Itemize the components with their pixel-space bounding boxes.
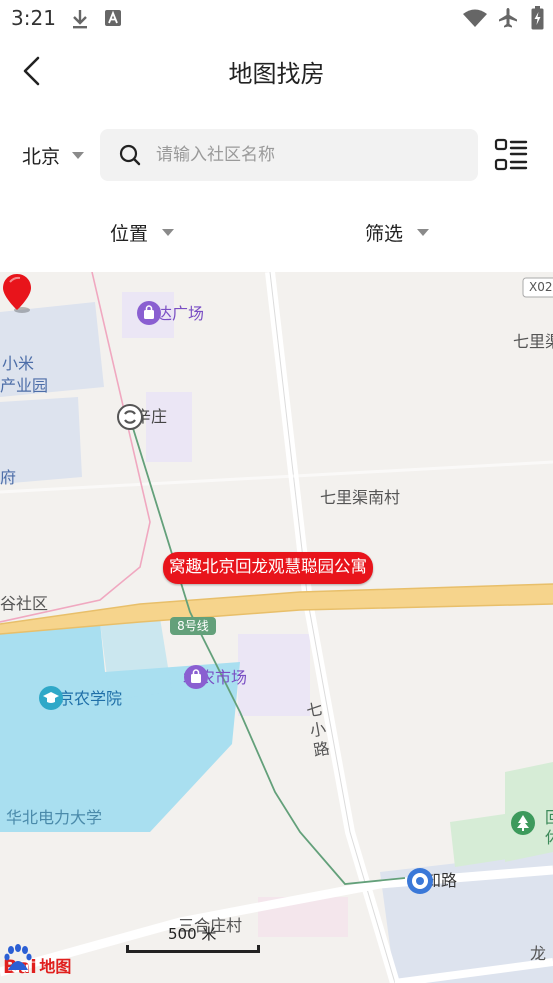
filter-screen[interactable]: 筛选 [365,218,430,246]
city-label: 北京 [22,145,61,168]
text-a-icon [104,8,122,32]
status-bar: 3:21 [0,0,553,40]
area-label-xiaomi: 小米 [2,354,35,373]
area-label-long: 龙 [530,944,547,963]
list-view-icon [494,138,528,171]
filter-location-label: 位置 [110,222,149,245]
map-base [0,272,553,983]
area-label-gov: 府 [0,468,17,487]
search-icon [119,144,141,166]
caret-down-icon [72,151,85,159]
map-scale: 500 米 [126,917,260,957]
wifi-icon [462,8,488,32]
metro-station-icon [407,868,433,894]
airplane-icon [497,7,519,33]
search-box[interactable] [100,129,478,181]
download-icon [70,8,90,34]
list-view-button[interactable] [494,138,528,172]
shopping-bag-icon [184,665,208,689]
scale-bar [126,945,260,953]
baidu-map-logo: Bai du 地图 [3,944,71,980]
page-title: 地图找房 [228,60,325,88]
top-bar: 地图找房 [0,40,553,102]
area-label-qiliqu: 七里渠 [513,332,553,351]
metro-line-badge: 8号线 [170,617,216,635]
area-label-edge-2: 休 [545,824,553,848]
battery-charging-icon [531,6,544,34]
area-label-park: 产业园 [0,376,49,395]
map-view[interactable]: X024 万达广场 朱辛庄 北农市场 北京农学院 育知路 小米 产业园 府 七里… [0,272,553,983]
scale-label: 500 米 [168,925,217,943]
poi-wanda[interactable]: 万达广场 [136,300,204,325]
city-selector[interactable]: 北京 [22,140,85,170]
area-label-ncepu: 华北电力大学 [6,808,103,827]
status-time: 3:21 [11,6,56,30]
poi-yuzhilu[interactable]: 育知路 [405,867,457,894]
search-input[interactable] [156,129,466,181]
road-label-x024: X024 [529,280,553,294]
filter-location[interactable]: 位置 [110,218,175,246]
poi-bua[interactable]: 北京农学院 [38,685,122,710]
park-icon [511,811,535,835]
education-icon [39,686,63,710]
logo-suffix: 地图 [39,957,72,976]
poi-beinong-market[interactable]: 北农市场 [183,664,253,689]
paw-icon [4,944,32,970]
filter-screen-label: 筛选 [365,222,404,245]
property-callout[interactable]: 窝趣北京回龙观慧聪园公寓 [163,552,373,584]
metro-station-icon [117,404,143,430]
area-label-community: 谷社区 [0,594,49,613]
location-pin-icon[interactable] [0,272,34,314]
poi-zhuxinzhuang[interactable]: 朱辛庄 [116,403,167,430]
caret-down-icon [417,228,430,236]
area-label-qiliqu-south: 七里渠南村 [320,488,401,507]
caret-down-icon [162,228,175,236]
shopping-bag-icon [137,301,161,325]
